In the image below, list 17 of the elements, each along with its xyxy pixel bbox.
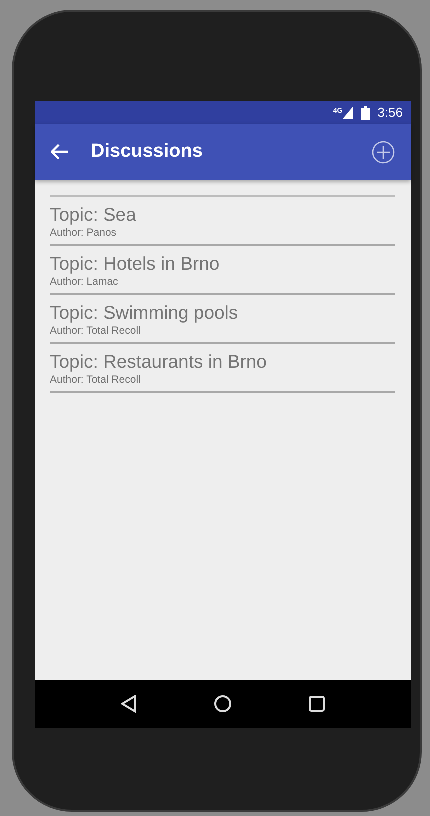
recents-icon[interactable] xyxy=(308,696,325,712)
battery-icon xyxy=(360,106,370,120)
signal-icon xyxy=(342,106,353,118)
topic-author: Author: Lamac xyxy=(50,275,120,290)
back-icon[interactable] xyxy=(121,695,138,713)
topic-title[interactable]: Topic: Swimming pools xyxy=(50,302,395,324)
add-icon[interactable] xyxy=(372,140,395,164)
topic-title[interactable]: Topic: Sea xyxy=(50,204,395,226)
clock-text: 3:56 xyxy=(378,104,403,122)
topic-title[interactable]: Topic: Hotels in Brno xyxy=(50,252,395,276)
topic-author: Author: Total Recoll xyxy=(50,372,142,388)
topic-title[interactable]: Topic: Restaurants in Brno xyxy=(50,350,395,373)
topic-author: Author: Total Recoll xyxy=(50,324,142,339)
home-icon[interactable] xyxy=(214,695,232,713)
topic-author: Author: Panos xyxy=(50,226,118,241)
back-arrow-icon[interactable] xyxy=(51,144,69,160)
toolbar-title: Discussions xyxy=(91,140,203,164)
